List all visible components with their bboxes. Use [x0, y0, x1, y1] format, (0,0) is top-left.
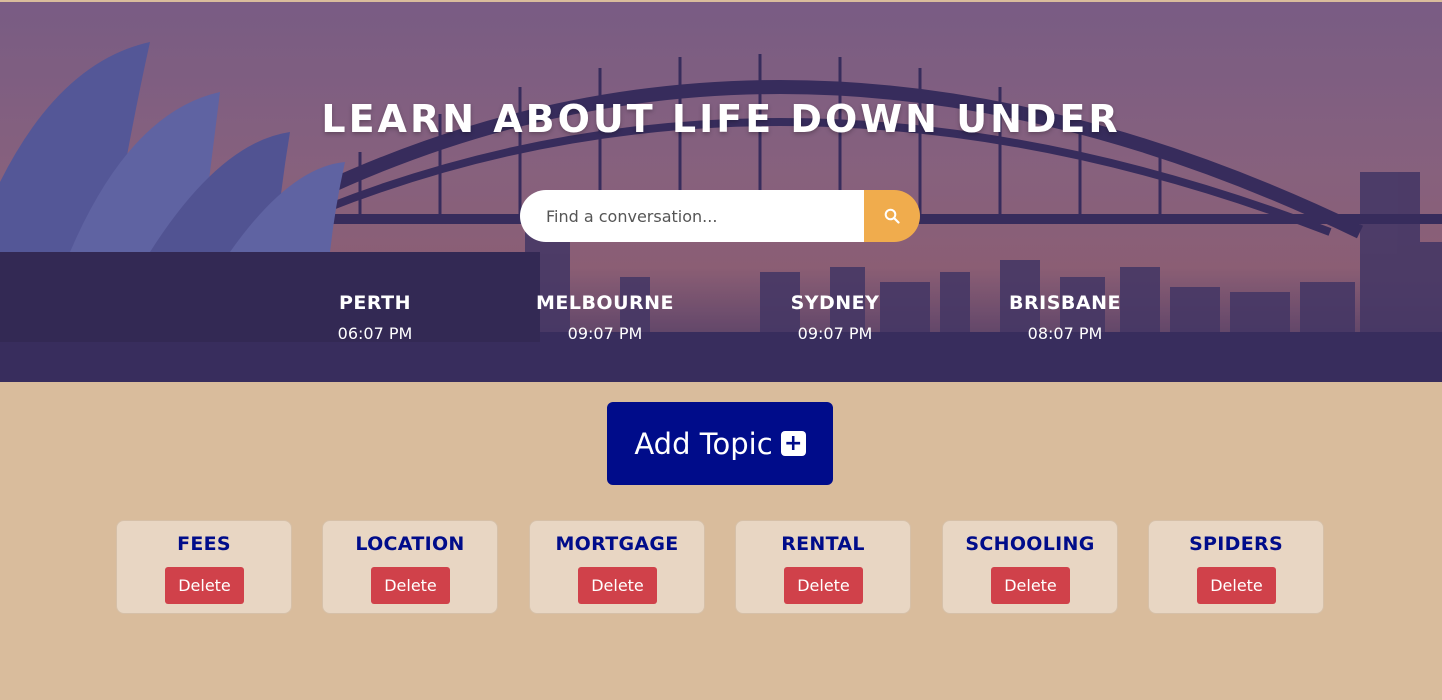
topic-list: FEES Delete LOCATION Delete MORTGAGE Del… — [116, 520, 1326, 615]
delete-topic-button[interactable]: Delete — [578, 567, 657, 604]
topic-name: SPIDERS — [1189, 533, 1283, 555]
city-name: SYDNEY — [790, 292, 880, 314]
topic-name: SCHOOLING — [965, 533, 1095, 555]
search-icon — [884, 208, 900, 224]
plus-square-icon: + — [780, 431, 806, 456]
topic-name: MORTGAGE — [555, 533, 679, 555]
city-time: 08:07 PM — [1027, 324, 1103, 343]
topic-card-schooling: SCHOOLING Delete — [942, 520, 1118, 614]
delete-topic-button[interactable]: Delete — [784, 567, 863, 604]
city-clock-sydney: SYDNEY 09:07 PM — [720, 292, 950, 343]
city-time: 09:07 PM — [797, 324, 873, 343]
add-topic-label: Add Topic — [634, 426, 773, 461]
page-title: LEARN ABOUT LIFE DOWN UNDER — [321, 97, 1121, 141]
city-name: BRISBANE — [1009, 292, 1121, 314]
city-name: MELBOURNE — [535, 292, 675, 314]
search-button[interactable] — [864, 190, 920, 242]
add-topic-button[interactable]: Add Topic + — [607, 402, 833, 485]
delete-topic-button[interactable]: Delete — [371, 567, 450, 604]
topic-name: FEES — [177, 533, 231, 555]
city-time: 06:07 PM — [337, 324, 413, 343]
city-clock-melbourne: MELBOURNE 09:07 PM — [490, 292, 720, 343]
hero-banner: LEARN ABOUT LIFE DOWN UNDER PERTH 06:07 … — [0, 2, 1442, 382]
city-name: PERTH — [338, 292, 412, 314]
delete-topic-button[interactable]: Delete — [991, 567, 1070, 604]
delete-topic-button[interactable]: Delete — [1197, 567, 1276, 604]
topic-name: RENTAL — [781, 533, 865, 555]
topic-name: LOCATION — [355, 533, 465, 555]
city-clock-perth: PERTH 06:07 PM — [260, 292, 490, 343]
topic-card-spiders: SPIDERS Delete — [1148, 520, 1324, 614]
topic-card-fees: FEES Delete — [116, 520, 292, 614]
delete-topic-button[interactable]: Delete — [165, 567, 244, 604]
city-clock-brisbane: BRISBANE 08:07 PM — [950, 292, 1180, 343]
city-time: 09:07 PM — [567, 324, 643, 343]
search-input[interactable] — [520, 190, 864, 242]
search-bar — [520, 190, 920, 242]
topic-card-location: LOCATION Delete — [322, 520, 498, 614]
topic-card-mortgage: MORTGAGE Delete — [529, 520, 705, 614]
topic-card-rental: RENTAL Delete — [735, 520, 911, 614]
